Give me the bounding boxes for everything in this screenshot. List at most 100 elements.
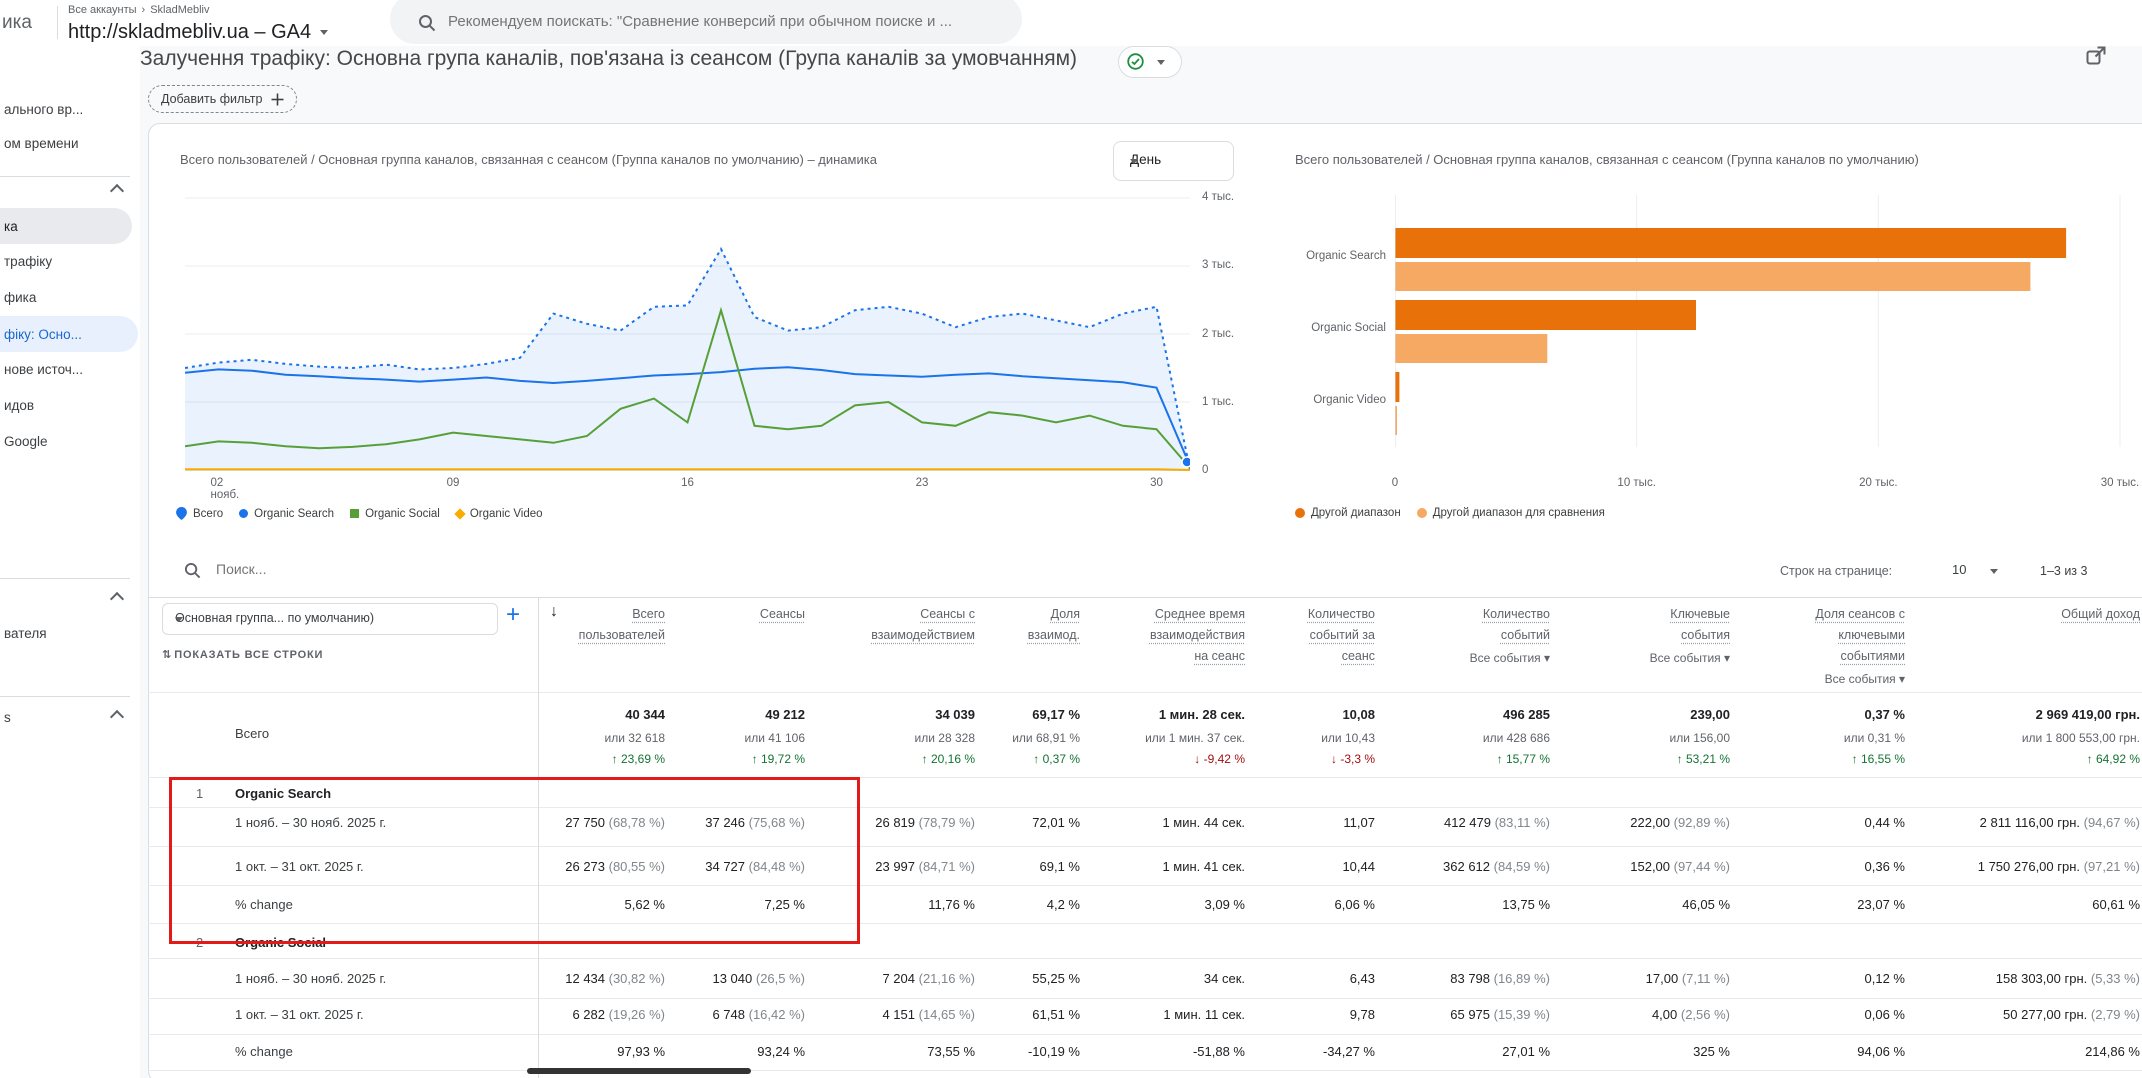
diamond-marker-icon [454, 507, 466, 520]
ga4-report-page: ика Все аккаунты › SkladMebliv http://sk… [0, 0, 2142, 1078]
date-range-label: % change [235, 1044, 293, 1059]
table-cell: 50 277,00 грн. (2,79 %) [2003, 1007, 2140, 1022]
sidebar-item[interactable]: идов [0, 396, 34, 416]
chevron-down-icon [1157, 60, 1165, 65]
legend-label: Другой диапазон [1311, 507, 1401, 519]
property-name[interactable]: http://skladmebliv.ua – GA4 [68, 21, 311, 44]
topbar-divider [57, 6, 58, 39]
column-header[interactable]: Общий доход [1840, 604, 2140, 625]
table-row-divider [148, 958, 2142, 959]
legend-item[interactable]: Всего [176, 507, 223, 520]
y-axis-tick-label: 4 тыс. [1202, 191, 1235, 204]
totals-compare-value: или 1 800 553,00 грн. [2021, 731, 2140, 745]
granularity-select[interactable]: День [1113, 141, 1234, 181]
breadcrumb-account[interactable]: SkladMebliv [150, 4, 209, 16]
share-report-icon[interactable] [2084, 44, 2108, 68]
breadcrumb-root[interactable]: Все аккаунты [68, 4, 137, 16]
line-chart-legend: Всего Organic Search Organic Social Orga… [176, 507, 543, 520]
legend-label: Organic Search [254, 507, 335, 520]
y-axis-tick-label: 2 тыс. [1202, 327, 1235, 340]
sidebar-item[interactable]: ом времени [0, 134, 79, 154]
sidebar-item[interactable]: фика [0, 288, 36, 308]
sidebar-item[interactable]: Google [0, 432, 48, 452]
chevron-down-icon[interactable] [1990, 569, 1998, 574]
x-axis-tick-label: 10 тыс. [1617, 477, 1656, 489]
line-chart-title: Всего пользователей / Основная группа ка… [180, 152, 877, 167]
check-circle-icon [1127, 53, 1144, 70]
report-status-control[interactable] [1118, 46, 1182, 78]
date-range-label: 1 окт. – 31 окт. 2025 г. [235, 1007, 364, 1022]
x-axis-tick-label: 02 нояб. [210, 477, 240, 501]
legend-label: Другой диапазон для сравнения [1432, 507, 1605, 519]
sidebar-item[interactable]: s [0, 708, 11, 728]
search-icon [184, 562, 201, 579]
date-range-label: 1 нояб. – 30 нояб. 2025 г. [235, 971, 387, 986]
add-filter-button[interactable]: Добавить фильтр [148, 85, 297, 113]
bar-chart-legend: Другой диапазон Другой диапазон для срав… [1295, 507, 1605, 519]
table-cell: 2 811 116,00 грн. (94,67 %) [1979, 815, 2140, 830]
global-search[interactable] [390, 0, 1022, 44]
global-search-input[interactable] [446, 12, 990, 31]
chevron-down-icon [175, 617, 183, 622]
sidebar-item[interactable]: ального вр... [0, 100, 83, 120]
pin-icon [176, 507, 187, 520]
bar-chart[interactable] [1395, 195, 2142, 462]
line-chart[interactable] [185, 191, 1190, 472]
sidebar-item[interactable]: вателя [0, 624, 47, 644]
top-app-bar: ика Все аккаунты › SkladMebliv http://sk… [0, 0, 2142, 46]
square-marker-icon [350, 509, 360, 518]
legend-label: Organic Social [365, 507, 440, 520]
bar-category-label: Organic Search [1306, 250, 1386, 262]
chevron-up-icon[interactable] [109, 591, 125, 607]
table-row-divider [148, 1070, 2142, 1071]
y-axis-tick-label: 0 [1202, 464, 1209, 476]
table-cell: 60,61 % [2092, 897, 2140, 912]
y-axis-tick-label: 3 тыс. [1202, 259, 1235, 272]
pagination-status: 1–3 из 3 [2040, 564, 2088, 578]
totals-change-value: ↑ 64,92 % [2086, 752, 2140, 766]
report-nav-sidebar: ального вр... ом времени ка трафіку фика фіку… [0, 46, 140, 1078]
x-axis-tick-label: 30 тыс. [2100, 477, 2140, 489]
breadcrumb[interactable]: Все аккаунты › SkladMebliv [68, 4, 210, 16]
sidebar-divider [0, 578, 130, 579]
legend-item[interactable]: Organic Search [239, 508, 334, 520]
table-cell: 158 303,00 грн. (5,33 %) [1995, 971, 2140, 986]
search-icon [419, 15, 436, 32]
chevron-up-icon[interactable] [109, 183, 125, 199]
circle-marker-icon [1416, 508, 1427, 518]
x-axis-tick-label: 0 [1391, 477, 1399, 489]
horizontal-scrollbar-thumb[interactable] [527, 1068, 751, 1074]
plus-icon [271, 93, 283, 105]
bar-category-label: Organic Video [1313, 394, 1386, 406]
table-row-divider [148, 597, 2142, 598]
table-cell: 1 750 276,00 грн. (97,21 %) [1977, 859, 2140, 874]
property-selector[interactable]: http://skladmebliv.ua – GA4 [68, 21, 329, 44]
x-axis-tick-label: 16 [681, 477, 694, 489]
x-axis-tick-label: 23 [915, 477, 929, 489]
legend-item[interactable]: Другой диапазон для сравнения [1416, 507, 1605, 519]
page-title: Залучення трафіку: Основна група каналів… [140, 47, 1078, 70]
add-filter-label: Добавить фильтр [161, 92, 263, 106]
totals-main-value: 2 969 419,00 грн. [2035, 707, 2140, 722]
show-all-rows-button[interactable]: ⇅ ПОКАЗАТЬ ВСЕ СТРОКИ [162, 648, 323, 661]
sidebar-item-active[interactable]: ка [0, 208, 132, 244]
chevron-up-icon[interactable] [109, 709, 125, 725]
analytics-logo-fragment: ика [2, 12, 32, 33]
legend-item[interactable]: Organic Video [454, 507, 543, 520]
legend-item[interactable]: Organic Social [350, 508, 440, 520]
table-row-divider [148, 998, 2142, 999]
rows-per-page-value[interactable]: 10 [1952, 562, 1966, 577]
breadcrumb-separator-icon: › [141, 4, 146, 16]
expand-rows-icon: ⇅ [162, 649, 175, 661]
sidebar-item-selected[interactable]: фіку: Осно... [0, 316, 138, 352]
sidebar-item[interactable]: нове источ... [0, 360, 83, 380]
legend-label: Organic Video [469, 507, 543, 520]
bar-category-label: Organic Social [1311, 322, 1386, 334]
table-cell: 214,86 % [2085, 1044, 2140, 1059]
table-search-input[interactable] [214, 560, 538, 578]
circle-marker-icon [239, 509, 249, 518]
x-axis-tick-label: 30 [1150, 477, 1163, 489]
table-row-divider [148, 1034, 2142, 1035]
legend-item[interactable]: Другой диапазон [1295, 507, 1401, 519]
sidebar-item[interactable]: трафіку [0, 252, 52, 272]
